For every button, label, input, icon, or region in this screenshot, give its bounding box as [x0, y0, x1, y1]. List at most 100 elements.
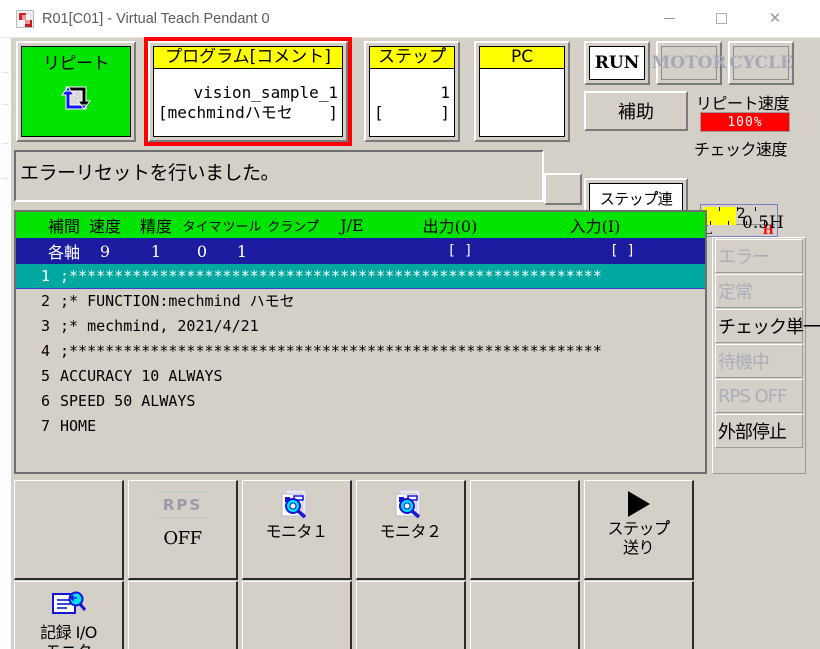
close-button[interactable]: ✕	[752, 0, 798, 36]
program-listing-area[interactable]: 補間 速度 精度 タイマ ツール クランプ゚ J/E 出力(0) 入力(I) 各…	[14, 210, 707, 474]
maximize-button[interactable]	[698, 0, 744, 36]
rps-icon-text: RPS	[162, 496, 203, 514]
pc-panel[interactable]: PC	[474, 41, 570, 142]
status-item-error[interactable]: エラー	[715, 239, 803, 273]
softkey-3-top-monitor1[interactable]: モニタ１	[242, 480, 352, 580]
lamp-cycle[interactable]: CYCLE	[728, 41, 794, 85]
window-left-rail	[0, 38, 11, 649]
softkey-4-top-label: モニタ２	[379, 522, 442, 541]
message-level-outer[interactable]: Lv2	[544, 173, 582, 205]
code-line-number: 3	[40, 317, 50, 335]
softkey-2-top-rps-off[interactable]: RPS OFF	[128, 480, 238, 580]
rps-off-icon: RPS	[158, 491, 207, 519]
axis-row-interp: 9	[99, 241, 111, 261]
lamp-run[interactable]: RUN	[584, 41, 650, 85]
step-continuous-line1: ステップ゚連	[599, 190, 673, 208]
document-search-icon	[51, 590, 86, 620]
col-header-clamp: クランプ゚	[267, 219, 319, 235]
softkey-2-bottom[interactable]	[128, 581, 238, 649]
softkey-1-bottom-label-line1: 記録 I/O	[40, 623, 97, 642]
status-item-check-single[interactable]: チェック単一	[715, 309, 820, 343]
program-panel-header: プログラム[コメント]	[154, 47, 342, 69]
softkey-6-top-label-line2: 送り	[622, 538, 655, 557]
step-bracket-open: [	[374, 102, 384, 122]
code-line[interactable]: 1 ;*************************************…	[16, 264, 705, 289]
code-line-text: ;* FUNCTION:mechmind ハモセ	[60, 292, 295, 310]
pc-panel-body	[480, 69, 564, 136]
softkey-column-3: モニタ１	[242, 480, 352, 649]
code-line[interactable]: 5 ACCURACY 10 ALWAYS	[16, 364, 705, 389]
softkey-4-bottom[interactable]	[356, 581, 466, 649]
code-line-text: ;***************************************…	[60, 342, 602, 360]
softkey-6-bottom[interactable]	[584, 581, 694, 649]
softkey-6-top-step-advance[interactable]: ステップ゚ 送り	[584, 480, 694, 580]
softkey-5-top[interactable]	[470, 480, 580, 580]
softkey-4-top-monitor2[interactable]: モニタ２	[356, 480, 466, 580]
code-line-number: 5	[40, 367, 50, 385]
softkey-5-bottom[interactable]	[470, 581, 580, 649]
minimize-button[interactable]	[646, 0, 692, 36]
axis-row-output: [ ]	[447, 243, 473, 259]
mode-repeat-inner: リピート	[21, 46, 131, 137]
col-header-interp: 補間	[47, 217, 80, 236]
status-item-standby[interactable]: 待機中	[715, 344, 803, 378]
message-box: エラーリセットを行いました。	[14, 150, 544, 202]
status-indicator-stack: エラー 定常 チェック単一 待機中 RPS OFF 外部停止	[712, 237, 820, 474]
col-header-tool: ツール	[222, 219, 262, 235]
lamp-run-label: RUN	[589, 46, 645, 80]
mode-label: リピート	[43, 54, 110, 74]
repeat-cycle-icon	[54, 78, 98, 118]
step-panel-header: ステップ゚	[370, 47, 454, 69]
softkey-1-top[interactable]	[14, 480, 124, 580]
program-name-field: プログラム[コメント] vision_sample_1 [mechmindハモセ…	[153, 46, 343, 137]
status-item-external-stop[interactable]: 外部停止	[715, 414, 803, 448]
col-header-accuracy: 精度	[139, 217, 172, 236]
lamp-motor[interactable]: MOTOR	[651, 41, 727, 85]
code-line[interactable]: 3 ;* mechmind, 2021/4/21	[16, 314, 705, 339]
col-header-je: J/E	[340, 215, 364, 235]
axis-row-input: [ ]	[609, 243, 636, 259]
step-panel[interactable]: ステップ゚ 1 [ ]	[364, 41, 460, 142]
softkey-column-2: RPS OFF	[128, 480, 238, 649]
title-bar: R01[C01] - Virtual Teach Pendant 0 ✕	[0, 0, 820, 38]
program-column-headers: 補間 速度 精度 タイマ ツール クランプ゚ J/E 出力(0) 入力(I)	[16, 212, 705, 238]
step-panel-body: 1 [ ]	[370, 69, 454, 136]
code-line[interactable]: 2 ;* FUNCTION:mechmind ハモセ	[16, 289, 705, 314]
program-axis-row: 各軸 9 1 0 1 [ ] [ ]	[16, 238, 705, 264]
code-line[interactable]: 7 HOME	[16, 414, 705, 439]
code-line[interactable]: 6 SPEED 50 ALWAYS	[16, 389, 705, 414]
program-name-panel[interactable]: プログラム[コメント] vision_sample_1 [mechmindハモセ…	[148, 41, 348, 142]
status-item-rps-off[interactable]: RPS OFF	[715, 379, 803, 413]
step-field: ステップ゚ 1 [ ]	[369, 46, 455, 137]
axis-row-accuracy: 0	[196, 241, 208, 261]
lamp-cycle-label: CYCLE	[729, 46, 793, 80]
play-triangle-icon	[627, 491, 650, 517]
step-value: 1	[440, 82, 450, 102]
axis-row-speed: 1	[150, 241, 162, 261]
softkey-column-5	[470, 480, 580, 649]
program-code-list[interactable]: 1 ;*************************************…	[16, 264, 705, 472]
title-bar-left: R01[C01] - Virtual Teach Pendant 0	[16, 0, 270, 38]
check-speed-label: チェック速度	[694, 140, 788, 159]
maximize-icon	[715, 12, 727, 24]
softkey-1-bottom-io-monitor[interactable]: 記録 I/O モニタ	[14, 581, 124, 649]
softkey-3-bottom[interactable]	[242, 581, 352, 649]
lamp-motor-label: MOTOR	[651, 46, 727, 80]
status-item-normal[interactable]: 定常	[715, 274, 803, 308]
code-line[interactable]: 4 ;*************************************…	[16, 339, 705, 364]
program-name-value: vision_sample_1	[193, 82, 339, 102]
code-line-text: ;***************************************…	[60, 266, 602, 285]
mode-repeat-button[interactable]: リピート	[16, 41, 136, 142]
program-comment-close: ]	[328, 102, 338, 122]
message-text: エラーリセットを行いました。	[20, 162, 280, 184]
code-line-text: ACCURACY 10 ALWAYS	[60, 367, 223, 385]
softkey-grid: 記録 I/O モニタ RPS OFF	[14, 480, 708, 649]
code-line-number: 6	[40, 392, 50, 410]
step-bracket-row: [ ]	[374, 103, 450, 123]
monitor-search-icon	[394, 489, 428, 519]
monitor-search-icon	[280, 489, 314, 519]
col-header-timer: タイマ	[182, 219, 222, 235]
virtual-teach-pendant-window: R01[C01] - Virtual Teach Pendant 0 ✕ リピー…	[0, 0, 820, 649]
softkey-2-top-label: OFF	[163, 528, 202, 549]
aux-button[interactable]: 補助	[584, 91, 688, 131]
